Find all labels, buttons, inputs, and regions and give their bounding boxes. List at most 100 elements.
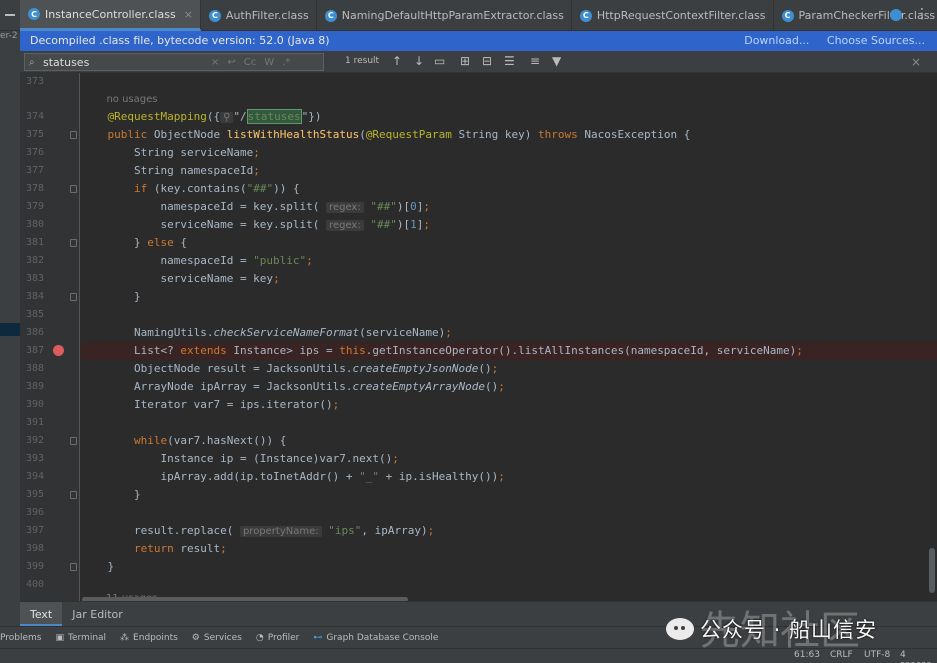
regex-toggle[interactable]: .* [282,57,290,68]
line-number[interactable]: 389 [20,381,44,392]
add-occurrence-icon[interactable]: ⊞ [460,54,470,68]
tab-instancecontroller[interactable]: C InstanceController.class × [20,0,201,31]
line-number[interactable]: 386 [20,327,44,338]
line-number[interactable]: 382 [20,255,44,266]
search-input[interactable] [43,55,203,69]
line-number[interactable]: 385 [20,309,44,320]
banner-message: Decompiled .class file, bytecode version… [30,34,330,47]
code-line-399: } [81,560,115,573]
history-icon[interactable]: ↩ [227,57,235,68]
line-number[interactable]: 396 [20,507,44,518]
match-case-toggle[interactable]: Cc [244,57,256,68]
more-tabs-icon[interactable] [890,9,902,21]
vertical-scrollbar[interactable] [929,548,935,593]
code-line-395: } [81,488,141,501]
tab-jar-editor[interactable]: Jar Editor [62,602,133,627]
tab-paramcheckerfilter[interactable]: C ParamCheckerFilter.class [774,0,937,31]
indent-setting[interactable]: 4 spaces [900,650,937,663]
whole-words-toggle[interactable]: W [264,57,274,68]
line-number[interactable]: 394 [20,471,44,482]
line-number[interactable]: 381 [20,237,44,248]
remove-occurrence-icon[interactable]: ⊟ [482,54,492,68]
tool-profiler[interactable]: ◔ Profiler [256,633,300,643]
filter-icon[interactable]: ▼ [552,54,561,68]
line-number[interactable]: 399 [20,561,44,572]
fold-marker-icon[interactable] [70,131,77,139]
line-number[interactable]: 374 [20,111,44,122]
code-line-378: if (key.contains("##")) { [133,182,300,195]
select-all-occurrences-icon[interactable]: ☰ [504,54,515,68]
fold-marker-icon[interactable] [70,185,77,193]
line-number[interactable]: 395 [20,489,44,500]
fold-marker-icon[interactable] [70,491,77,499]
tool-services[interactable]: ⚙ Services [192,633,242,643]
line-number[interactable]: 392 [20,435,44,446]
close-icon[interactable]: × [911,55,921,69]
line-number[interactable]: 377 [20,165,44,176]
tool-endpoints[interactable]: ⁂ Endpoints [120,633,178,643]
tab-text[interactable]: Text [20,602,63,627]
code-line-384: } [81,290,141,303]
choose-sources-link[interactable]: Choose Sources... [827,34,925,47]
find-window-icon[interactable]: ▭ [434,54,445,68]
line-number[interactable]: 383 [20,273,44,284]
find-bar: ⌕ × ↩ Cc W .* 1 result ↑ ↓ ▭ ⊞ ⊟ ☰ ≡ ▼ × [20,51,937,73]
editor-gutter[interactable]: 373 374 375 376 377 378 379 380 381 382 383 384 385 3… [20,73,80,601]
fold-marker-icon[interactable] [70,437,77,445]
class-icon: C [208,9,221,22]
code-line-393: Instance ip = (Instance)var7.next(); [81,452,399,465]
line-number[interactable]: 376 [20,147,44,158]
code-area[interactable]: no usages @RequestMapping({⚲ "/statuses"}… [81,73,937,601]
class-icon: C [579,9,592,22]
line-number[interactable]: 391 [20,417,44,428]
line-number[interactable]: 380 [20,219,44,230]
class-icon: C [781,9,794,22]
fold-marker-icon[interactable] [70,293,77,301]
tab-namingdefaulthttpparamextractor[interactable]: C NamingDefaultHttpParamExtractor.class [317,0,572,31]
line-number[interactable]: 398 [20,543,44,554]
terminal-icon: ▣ [55,632,64,643]
usages-hint[interactable]: no usages [81,90,937,108]
tool-strip-left-bottom [0,601,20,626]
decompiled-banner: Decompiled .class file, bytecode version… [20,31,937,51]
code-line-387: List<? extends Instance> ips = this.getI… [81,342,937,360]
line-number[interactable]: 384 [20,291,44,302]
tool-graph-database-console[interactable]: ⊷ Graph Database Console [313,633,438,643]
clear-icon[interactable]: × [211,57,219,68]
line-number[interactable]: 387 [20,345,44,356]
collapse-icon[interactable] [5,14,15,16]
open-in-window-icon[interactable]: ≡ [530,54,540,68]
tab-httprequestcontextfilter[interactable]: C HttpRequestContextFilter.class [572,0,774,31]
breakpoint-icon[interactable] [53,345,64,356]
next-occurrence-icon[interactable]: ↓ [414,54,424,68]
fold-marker-icon[interactable] [70,239,77,247]
project-selection[interactable] [0,323,20,336]
line-number[interactable]: 397 [20,525,44,536]
line-number[interactable]: 379 [20,201,44,212]
line-number[interactable]: 390 [20,399,44,410]
line-number[interactable]: 373 [20,76,44,87]
tool-terminal[interactable]: ▣ Terminal [55,633,106,643]
fold-marker-icon[interactable] [70,563,77,571]
watermark: 公众号 · 船山信安 [666,603,877,655]
line-number[interactable]: 378 [20,183,44,194]
line-number[interactable]: 388 [20,363,44,374]
line-number[interactable]: 393 [20,453,44,464]
close-icon[interactable]: × [184,8,193,21]
line-number[interactable]: 375 [20,129,44,140]
previous-occurrence-icon[interactable]: ↑ [392,54,402,68]
code-editor[interactable]: 373 374 375 376 377 378 379 380 381 382 383 384 385 3… [20,73,937,601]
tab-label: AuthFilter.class [225,9,309,22]
tab-menu-icon[interactable]: ⋮ [915,6,929,22]
editor-tab-bar: C InstanceController.class × C AuthFilte… [0,0,937,31]
search-match-highlight: statuses [246,109,302,124]
search-icon[interactable]: ⌕ [29,57,43,68]
tab-authfilter[interactable]: C AuthFilter.class [201,0,317,31]
code-line-389: ArrayNode ipArray = JacksonUtils.createE… [81,380,505,393]
endpoints-icon: ⁂ [120,632,130,643]
tool-problems[interactable]: Problems [0,633,41,643]
line-number[interactable]: 400 [20,579,44,590]
download-link[interactable]: Download... [744,34,809,47]
